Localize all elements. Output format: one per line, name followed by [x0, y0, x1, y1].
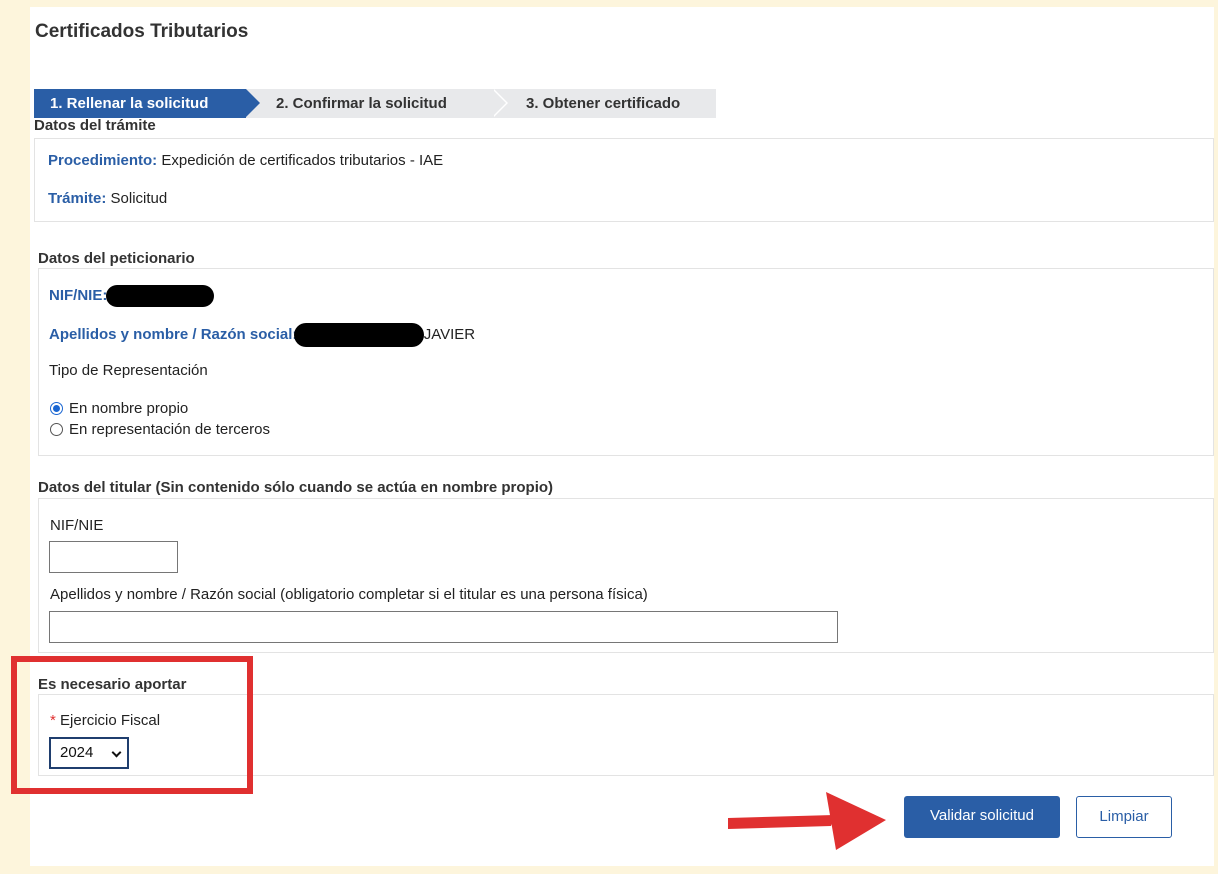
nif-line: NIF/NIE:	[49, 285, 214, 307]
tipo-representacion-label: Tipo de Representación	[49, 362, 208, 379]
section-heading-peticionario: Datos del peticionario	[38, 250, 195, 267]
panel-tramite: Procedimiento: Expedición de certificado…	[34, 138, 1214, 222]
required-mark: *	[50, 712, 56, 729]
step-2: 2. Confirmar la solicitud	[246, 89, 508, 118]
radio-checked-icon[interactable]	[50, 402, 63, 415]
nombre-label: Apellidos y nombre / Razón social:	[49, 325, 298, 343]
procedimiento-value: Expedición de certificados tributarios -…	[161, 152, 444, 169]
radio-terceros-label: En representación de terceros	[69, 421, 270, 438]
panel-peticionario: NIF/NIE: Apellidos y nombre / Razón soci…	[38, 268, 1214, 456]
page-container: Certificados Tributarios 1. Rellenar la …	[30, 7, 1214, 866]
limpiar-button[interactable]: Limpiar	[1076, 796, 1172, 838]
panel-aportar: * Ejercicio Fiscal 2024	[38, 694, 1214, 776]
radio-nombre-propio-label: En nombre propio	[69, 400, 189, 417]
tramite-value: Solicitud	[110, 190, 168, 207]
radio-representacion-terceros[interactable]: En representación de terceros	[50, 421, 270, 438]
step-1-current: 1. Rellenar la solicitud	[34, 89, 260, 118]
nombre-line: Apellidos y nombre / Razón social: JAVIE…	[49, 323, 475, 347]
procedimiento-label: Procedimiento:	[48, 152, 158, 169]
validar-solicitud-button[interactable]: Validar solicitud	[904, 796, 1060, 838]
section-heading-aportar: Es necesario aportar	[38, 676, 187, 693]
ejercicio-fiscal-select[interactable]: 2024	[49, 737, 129, 769]
annotation-arrow-icon	[728, 792, 886, 850]
ejercicio-fiscal-label: Ejercicio Fiscal	[60, 712, 161, 729]
redacted-nif	[105, 285, 214, 307]
radio-unchecked-icon[interactable]	[50, 423, 63, 436]
step-3: 3. Obtener certificado	[492, 89, 716, 118]
nif-label: NIF/NIE:	[49, 286, 108, 304]
page-title: Certificados Tributarios	[35, 21, 249, 42]
redacted-name	[293, 323, 424, 347]
tramite-line: Trámite: Solicitud	[48, 190, 167, 207]
titular-nif-input[interactable]	[49, 541, 178, 573]
tramite-label: Trámite:	[48, 190, 107, 207]
panel-titular: NIF/NIE Apellidos y nombre / Razón socia…	[38, 498, 1214, 653]
ejercicio-fiscal-line: * Ejercicio Fiscal	[50, 712, 160, 729]
titular-nif-label: NIF/NIE	[50, 517, 104, 534]
procedimiento-line: Procedimiento: Expedición de certificado…	[48, 152, 443, 169]
progress-steps: 1. Rellenar la solicitud 2. Confirmar la…	[34, 89, 716, 118]
titular-nombre-input[interactable]	[49, 611, 838, 643]
nombre-visible-suffix: JAVIER	[423, 325, 476, 343]
radio-nombre-propio[interactable]: En nombre propio	[50, 400, 188, 417]
section-heading-titular: Datos del titular (Sin contenido sólo cu…	[38, 479, 554, 496]
chevron-down-icon	[111, 747, 122, 758]
titular-nombre-label: Apellidos y nombre / Razón social (oblig…	[50, 586, 648, 603]
ejercicio-fiscal-selected-value: 2024	[60, 744, 94, 761]
section-heading-tramite: Datos del trámite	[34, 117, 156, 134]
